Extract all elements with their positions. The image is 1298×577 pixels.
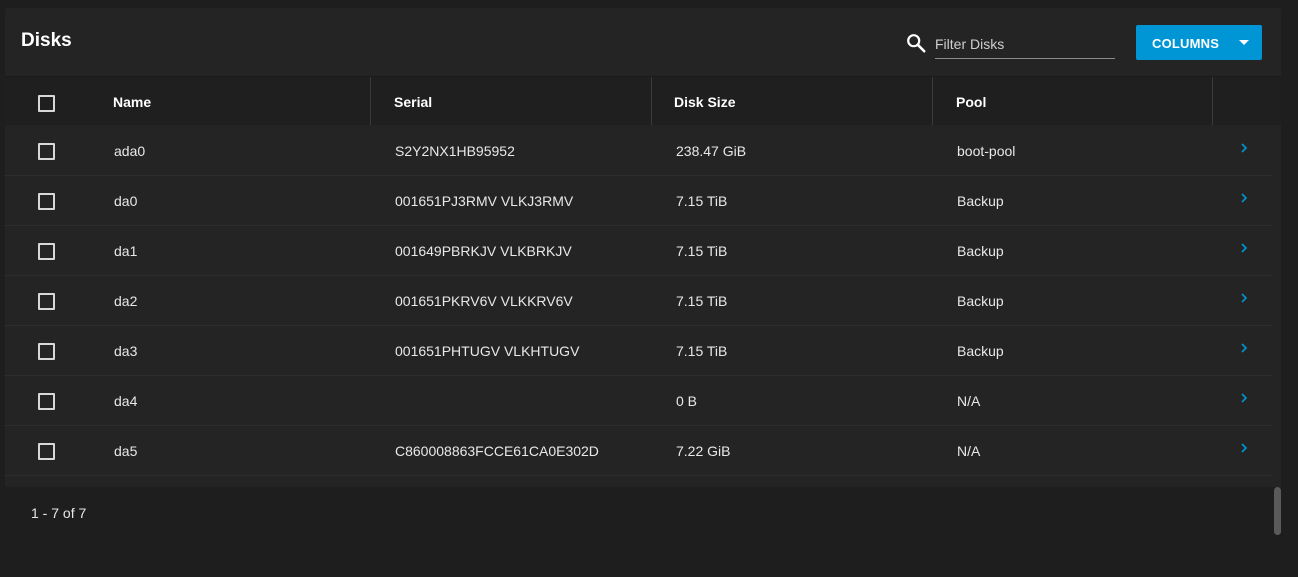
columns-button[interactable]: COLUMNS	[1136, 25, 1262, 60]
row-checkbox[interactable]	[38, 243, 55, 260]
column-header-pool[interactable]: Pool	[933, 77, 1213, 125]
table-row[interactable]: da2 001651PKRV6V VLKKRV6V 7.15 TiB Backu…	[5, 276, 1273, 326]
disk-pool: N/A	[957, 443, 981, 459]
chevron-right-icon[interactable]	[1239, 292, 1249, 304]
row-checkbox[interactable]	[38, 193, 55, 210]
row-checkbox[interactable]	[38, 393, 55, 410]
disk-size: 7.22 GiB	[676, 443, 731, 459]
column-header-disk-size-label: Disk Size	[674, 94, 736, 110]
table-row[interactable]: da3 001651PHTUGV VLKHTUGV 7.15 TiB Backu…	[5, 326, 1273, 376]
table-header-row: Name Serial Disk Size Pool	[5, 77, 1281, 125]
disk-pool: N/A	[957, 393, 981, 409]
row-checkbox[interactable]	[38, 443, 55, 460]
disk-serial: 001649PBRKJV VLKBRKJV	[395, 243, 572, 259]
disk-name: da0	[114, 193, 138, 209]
disk-pool: Backup	[957, 193, 1004, 209]
column-header-name-label: Name	[113, 94, 152, 110]
caret-down-icon	[1239, 40, 1249, 45]
disk-name: da5	[114, 443, 138, 459]
disk-pool: Backup	[957, 343, 1004, 359]
columns-button-label: COLUMNS	[1152, 36, 1220, 51]
disk-size: 0 B	[676, 393, 698, 409]
chevron-right-icon[interactable]	[1239, 342, 1249, 354]
table-row[interactable]: da0 001651PJ3RMV VLKJ3RMV 7.15 TiB Backu…	[5, 176, 1273, 226]
disk-serial: S2Y2NX1HB95952	[395, 143, 515, 159]
column-header-pool-label: Pool	[956, 94, 987, 110]
filter-disks-input[interactable]	[935, 32, 1115, 59]
row-checkbox[interactable]	[38, 143, 55, 160]
select-all-checkbox[interactable]	[38, 95, 55, 112]
disk-size: 7.15 TiB	[676, 343, 728, 359]
disk-serial: 001651PHTUGV VLKHTUGV	[395, 343, 580, 359]
disk-size: 7.15 TiB	[676, 243, 728, 259]
chevron-right-icon[interactable]	[1239, 242, 1249, 254]
disk-name: da3	[114, 343, 138, 359]
search-icon	[907, 34, 926, 53]
row-checkbox[interactable]	[38, 293, 55, 310]
table-body: ada0 S2Y2NX1HB95952 238.47 GiB boot-pool…	[5, 126, 1281, 486]
disk-size: 7.15 TiB	[676, 193, 728, 209]
disk-name: ada0	[114, 143, 146, 159]
disk-pool: boot-pool	[957, 143, 1016, 159]
disks-card: Disks COLUMNS Name Serial Disk Size Pool	[5, 8, 1281, 537]
column-header-serial-label: Serial	[394, 94, 433, 110]
card-header: Disks COLUMNS	[5, 8, 1281, 77]
table-row[interactable]: da4 0 B N/A	[5, 376, 1273, 426]
disk-size: 7.15 TiB	[676, 293, 728, 309]
chevron-right-icon[interactable]	[1239, 142, 1249, 154]
disk-size: 238.47 GiB	[676, 143, 747, 159]
disk-pool: Backup	[957, 243, 1004, 259]
column-header-name[interactable]: Name	[5, 77, 371, 125]
table-row[interactable]: ada0 S2Y2NX1HB95952 238.47 GiB boot-pool	[5, 126, 1273, 176]
paginator: 1 - 7 of 7	[5, 487, 1281, 537]
table-row[interactable]: da1 001649PBRKJV VLKBRKJV 7.15 TiB Backu…	[5, 226, 1273, 276]
row-checkbox[interactable]	[38, 343, 55, 360]
column-header-serial[interactable]: Serial	[371, 77, 652, 125]
table-row[interactable]: da5 C860008863FCCE61CA0E302D 7.22 GiB N/…	[5, 426, 1273, 476]
page-title: Disks	[21, 30, 72, 51]
disk-serial: 001651PJ3RMV VLKJ3RMV	[395, 193, 574, 209]
disk-serial: 001651PKRV6V VLKKRV6V	[395, 293, 573, 309]
paginator-range-label: 1 - 7 of 7	[31, 505, 87, 521]
column-header-disk-size[interactable]: Disk Size	[652, 77, 933, 125]
disk-serial: C860008863FCCE61CA0E302D	[395, 443, 599, 459]
disk-name: da2	[114, 293, 138, 309]
disk-name: da1	[114, 243, 138, 259]
disk-pool: Backup	[957, 293, 1004, 309]
scrollbar-thumb[interactable]	[1274, 487, 1281, 535]
chevron-right-icon[interactable]	[1239, 442, 1249, 454]
chevron-right-icon[interactable]	[1239, 192, 1249, 204]
chevron-right-icon[interactable]	[1239, 392, 1249, 404]
disk-name: da4	[114, 393, 138, 409]
